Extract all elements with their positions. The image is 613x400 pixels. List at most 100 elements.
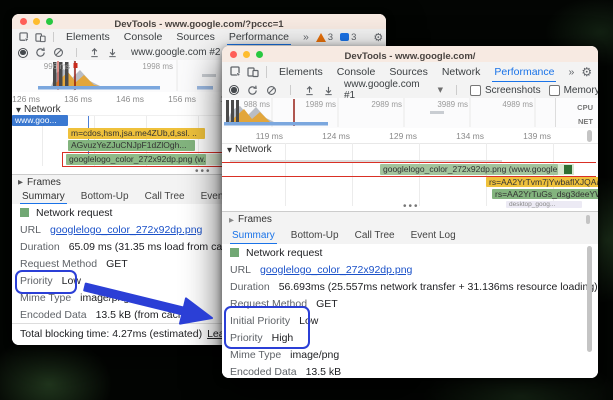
tab-elements[interactable]: Elements (59, 29, 117, 45)
device-toolbar-icon[interactable] (244, 66, 261, 78)
network-request-bar-green[interactable]: AGvuzYeZJuCNJpF1dZlOgh... (68, 140, 195, 151)
ruler-tick: 126 ms (12, 94, 40, 104)
url-link[interactable]: googlelogo_color_272x92dp.png (50, 224, 202, 236)
memory-checkbox[interactable]: Memory (548, 84, 598, 96)
traffic-lights (20, 18, 53, 25)
checkbox-icon (469, 84, 481, 96)
net-label: NET (578, 117, 593, 126)
inspect-element-icon[interactable] (227, 66, 244, 78)
scrollbar-thumb[interactable] (587, 246, 592, 352)
clear-icon[interactable] (266, 85, 277, 96)
overview-tick: 4989 ms (502, 100, 533, 109)
network-request-bar-highlight[interactable]: googlelogo_color_272x92dp.png (w... (66, 154, 206, 165)
overview-tick: 996 ms (43, 62, 70, 71)
tab-event-log[interactable]: Event Log (403, 226, 464, 244)
summary-priority-row: Priority High (230, 331, 294, 344)
ruler-tick: 119 ms (255, 131, 283, 141)
clear-icon[interactable] (53, 47, 64, 58)
network-request-bar-yellow[interactable]: rs=AA2YrTvm7jYwbaflXJQAa (486, 177, 598, 187)
screenshots-checkbox[interactable]: Screenshots (469, 84, 541, 96)
settings-gear-icon[interactable]: ⚙ (581, 65, 592, 79)
load-profile-icon[interactable] (89, 47, 100, 58)
network-request-bar-tiny[interactable]: desktop_goog... (506, 201, 582, 208)
ruler-tick: 156 ms (168, 94, 196, 104)
tab-performance[interactable]: Performance (487, 62, 561, 83)
overview-tick: 3989 ms (437, 100, 468, 109)
ruler-tick: 134 ms (456, 131, 484, 141)
ruler-tick: 129 ms (389, 131, 417, 141)
summary-legend-row: Network request (222, 244, 598, 261)
network-request-legend-swatch (20, 208, 29, 217)
network-request-bar-highlight[interactable]: googlelogo_color_272x92dp.png (www.googl… (380, 164, 558, 175)
tab-elements[interactable]: Elements (272, 62, 330, 82)
more-tabs-chevron[interactable]: » (561, 62, 581, 82)
performance-toolbar-front: www.google.com #1 ▼ Screenshots Memory ⚙ (222, 79, 598, 101)
save-profile-icon[interactable] (323, 85, 334, 96)
tab-summary[interactable]: Summary (224, 226, 283, 245)
minimize-window-button[interactable] (243, 50, 250, 58)
pane-resize-handle[interactable]: ••• (403, 202, 420, 212)
tab-bottom-up[interactable]: Bottom-Up (73, 188, 137, 204)
scrollbar-thumb[interactable] (586, 215, 590, 224)
summary-method-row: Request Method GET (230, 297, 338, 310)
divider (266, 66, 267, 78)
zoom-window-button[interactable] (256, 50, 263, 58)
window-title: DevTools - www.google.com/ (344, 51, 476, 62)
screenshot-stage: DevTools - www.google.com/?pccc=1 Elemen… (0, 0, 613, 400)
save-profile-icon[interactable] (107, 47, 118, 58)
tab-performance[interactable]: Performance (222, 29, 296, 46)
tab-console[interactable]: Console (117, 29, 170, 45)
triangle-right-icon: ▶ (18, 178, 23, 186)
ruler-tick: 146 ms (116, 94, 144, 104)
reload-record-icon[interactable] (35, 47, 46, 58)
url-link[interactable]: googlelogo_color_272x92dp.png (260, 264, 412, 276)
zoom-window-button[interactable] (46, 18, 53, 25)
scrollbar-thumb[interactable] (587, 130, 592, 142)
timeline-overview-front[interactable]: CPU NET 988 ms 1989 ms 2989 ms 3989 ms 4… (222, 98, 598, 129)
more-tabs-chevron[interactable]: » (296, 29, 316, 45)
record-button[interactable] (18, 47, 28, 58)
ruler-tick: 136 ms (64, 94, 92, 104)
request-end-marker (564, 165, 572, 174)
close-window-button[interactable] (20, 18, 27, 25)
tab-sources[interactable]: Sources (169, 29, 222, 45)
network-request-bar-green[interactable]: rs=AA2YrTuGs_dsg3deeYW (492, 189, 598, 199)
kebab-menu-icon[interactable]: ⋮ (596, 66, 598, 79)
overview-tick: 988 ms (243, 100, 270, 109)
network-request-bar-selected[interactable]: www.goo... (12, 115, 68, 126)
warnings-badge[interactable]: 3 (315, 32, 333, 43)
divider (290, 85, 291, 95)
load-profile-icon[interactable] (304, 85, 315, 96)
divider (53, 32, 54, 42)
traffic-lights (230, 50, 263, 58)
overview-tick: 1989 ms (305, 100, 336, 109)
titlebar-front[interactable]: DevTools - www.google.com/ (222, 46, 598, 63)
device-toolbar-icon[interactable] (32, 32, 48, 43)
settings-gear-icon[interactable]: ⚙ (373, 31, 383, 44)
chevron-down-icon: ▼ (437, 86, 443, 94)
summary-mime-row: Mime Type image/png (230, 348, 340, 361)
issues-badge[interactable]: 3 (340, 32, 356, 43)
divider (455, 85, 457, 95)
summary-duration-row: Duration 56.693ms (25.557ms network tran… (230, 280, 598, 293)
network-request-bar-yellow[interactable]: m=cdos,hsm,jsa.me4ZUb,d,ssl. .. (68, 128, 205, 139)
tab-bottom-up[interactable]: Bottom-Up (283, 226, 347, 244)
close-window-button[interactable] (230, 50, 237, 58)
summary-initial-priority-row: Initial Priority Low (230, 314, 319, 327)
tab-call-tree[interactable]: Call Tree (137, 188, 193, 204)
minimize-window-button[interactable] (33, 18, 40, 25)
titlebar-back[interactable]: DevTools - www.google.com/?pccc=1 (12, 14, 386, 30)
timeline-ruler-front: 119 ms 124 ms 129 ms 134 ms 139 ms (222, 128, 598, 144)
reload-record-icon[interactable] (247, 85, 258, 96)
devtools-window-front: DevTools - www.google.com/ Elements Cons… (222, 46, 598, 378)
triangle-down-icon: ▼ (16, 105, 21, 114)
overview-tick: 1998 ms (142, 62, 173, 71)
ruler-tick: 139 ms (523, 131, 551, 141)
record-button[interactable] (229, 85, 239, 95)
tab-summary[interactable]: Summary (14, 188, 73, 205)
network-section-header-front[interactable]: ▼ Network (222, 143, 598, 156)
triangle-right-icon: ▶ (229, 215, 234, 224)
tab-call-tree[interactable]: Call Tree (347, 226, 403, 244)
inspect-element-icon[interactable] (16, 31, 32, 43)
summary-encoded-row: Encoded Data 13.5 kB (230, 365, 342, 378)
